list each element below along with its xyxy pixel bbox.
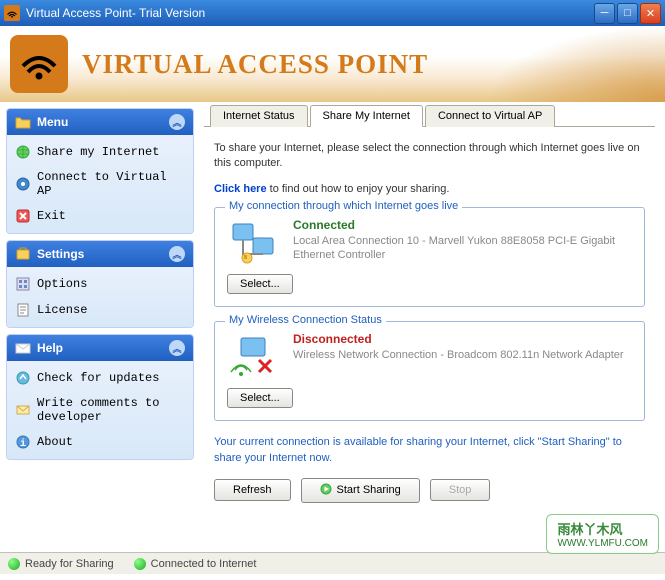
close-button[interactable]: ✕	[640, 3, 661, 24]
maximize-button[interactable]: □	[617, 3, 638, 24]
sidebar-item-comments[interactable]: Write comments to developer	[9, 391, 191, 429]
collapse-icon[interactable]: ︽	[169, 340, 185, 356]
sidebar-item-label: Exit	[37, 209, 66, 223]
wifi-connect-icon	[15, 176, 31, 192]
folder-icon	[15, 115, 31, 129]
updates-icon	[15, 370, 31, 386]
intro-text: To share your Internet, please select th…	[214, 141, 645, 172]
menu-panel: Menu ︽ Share my Internet Connect to Virt…	[6, 108, 194, 234]
conn2-desc: Wireless Network Connection - Broadcom 8…	[293, 348, 632, 362]
conn1-desc: Local Area Connection 10 - Marvell Yukon…	[293, 234, 632, 263]
sidebar-item-label: Connect to Virtual AP	[37, 170, 185, 198]
sidebar-item-label: License	[37, 303, 87, 317]
help-line: Click here to find out how to enjoy your…	[214, 182, 645, 197]
titlebar: Virtual Access Point- Trial Version ─ □ …	[0, 0, 665, 26]
tab-connect-ap[interactable]: Connect to Virtual AP	[425, 105, 555, 127]
settings-panel-header[interactable]: Settings ︽	[7, 241, 193, 267]
start-label: Start Sharing	[337, 484, 401, 496]
statusbar: Ready for Sharing Connected to Internet	[0, 552, 665, 574]
svg-text:i: i	[20, 438, 26, 450]
mail-icon	[15, 402, 31, 418]
wireless-connection-group: My Wireless Connection Status Disconnect…	[214, 321, 645, 421]
select-internet-button[interactable]: Select...	[227, 274, 293, 294]
menu-title: Menu	[37, 115, 169, 129]
exit-icon	[15, 208, 31, 224]
status-connected: Connected to Internet	[134, 558, 257, 570]
play-icon	[320, 483, 332, 498]
collapse-icon[interactable]: ︽	[169, 114, 185, 130]
watermark-main: 雨林丫木风	[557, 519, 648, 538]
click-here-link[interactable]: Click here	[214, 183, 267, 195]
watermark-url: WWW.YLMFU.COM	[557, 538, 648, 549]
license-icon	[15, 302, 31, 318]
help-panel: Help ︽ Check for updates Write comments …	[6, 334, 194, 460]
sidebar-item-label: Options	[37, 277, 87, 291]
conn1-legend: My connection through which Internet goe…	[225, 200, 462, 212]
sidebar-item-connect[interactable]: Connect to Virtual AP	[9, 165, 191, 203]
help-panel-header[interactable]: Help ︽	[7, 335, 193, 361]
status-dot-icon	[134, 558, 146, 570]
help-title: Help	[37, 341, 169, 355]
conn1-status: Connected	[293, 218, 632, 232]
sidebar-item-license[interactable]: License	[9, 297, 191, 323]
sidebar-item-options[interactable]: Options	[9, 271, 191, 297]
footer-note: Your current connection is available for…	[214, 435, 645, 466]
envelope-icon	[15, 341, 31, 355]
status-connected-text: Connected to Internet	[151, 558, 257, 570]
menu-panel-header[interactable]: Menu ︽	[7, 109, 193, 135]
conn2-legend: My Wireless Connection Status	[225, 314, 386, 326]
tab-share-internet[interactable]: Share My Internet	[310, 105, 423, 127]
start-sharing-button[interactable]: Start Sharing	[301, 478, 420, 503]
logo-icon	[10, 35, 68, 93]
sidebar: Menu ︽ Share my Internet Connect to Virt…	[0, 102, 200, 552]
wireless-icon	[227, 332, 279, 380]
logo-text: VIRTUAL ACCESS POINT	[82, 49, 428, 80]
globe-icon	[15, 144, 31, 160]
sidebar-item-label: Check for updates	[37, 371, 159, 385]
sidebar-item-share[interactable]: Share my Internet	[9, 139, 191, 165]
window-title: Virtual Access Point- Trial Version	[26, 6, 594, 20]
internet-connection-group: My connection through which Internet goe…	[214, 207, 645, 307]
sidebar-item-label: Share my Internet	[37, 145, 159, 159]
app-icon	[4, 5, 20, 21]
watermark: 雨林丫木风 WWW.YLMFU.COM	[546, 514, 659, 554]
app-header: VIRTUAL ACCESS POINT	[0, 26, 665, 102]
about-icon: i	[15, 434, 31, 450]
tabs: Internet Status Share My Internet Connec…	[204, 104, 655, 127]
sidebar-item-label: Write comments to developer	[37, 396, 185, 424]
main-content: Internet Status Share My Internet Connec…	[200, 102, 665, 552]
refresh-button[interactable]: Refresh	[214, 479, 291, 501]
minimize-button[interactable]: ─	[594, 3, 615, 24]
network-icon	[227, 218, 279, 266]
sidebar-item-label: About	[37, 435, 73, 449]
status-dot-icon	[8, 558, 20, 570]
settings-title: Settings	[37, 247, 169, 261]
select-wireless-button[interactable]: Select...	[227, 388, 293, 408]
sidebar-item-updates[interactable]: Check for updates	[9, 365, 191, 391]
options-icon	[15, 276, 31, 292]
collapse-icon[interactable]: ︽	[169, 246, 185, 262]
tools-icon	[15, 247, 31, 261]
stop-button: Stop	[430, 479, 491, 501]
tab-internet-status[interactable]: Internet Status	[210, 105, 308, 127]
help-line-rest: to find out how to enjoy your sharing.	[267, 183, 450, 195]
sidebar-item-about[interactable]: i About	[9, 429, 191, 455]
status-ready-text: Ready for Sharing	[25, 558, 114, 570]
conn2-status: Disconnected	[293, 332, 632, 346]
settings-panel: Settings ︽ Options License	[6, 240, 194, 328]
status-ready: Ready for Sharing	[8, 558, 114, 570]
sidebar-item-exit[interactable]: Exit	[9, 203, 191, 229]
